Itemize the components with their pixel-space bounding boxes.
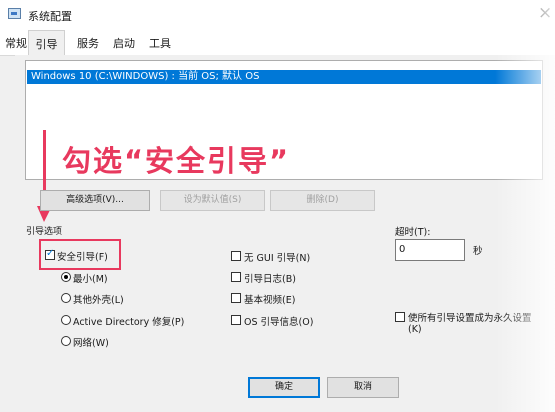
boot-log-checkbox[interactable] [231, 272, 241, 282]
radio-ad-repair-label: Active Directory 修复(P) [73, 317, 185, 328]
no-gui-boot-checkbox[interactable] [231, 251, 241, 261]
cancel-button[interactable]: 取消 [327, 377, 399, 398]
tab-strip: 常规 引导 服务 启动 工具 [0, 30, 555, 56]
radio-network-label: 网络(W) [73, 338, 109, 349]
title-bar: 系统配置 × [0, 0, 555, 30]
annotation-caption: 勾选“安全引导” [62, 144, 291, 178]
radio-minimal[interactable] [61, 272, 71, 282]
timeout-unit: 秒 [473, 246, 483, 257]
window-title: 系统配置 [28, 10, 72, 23]
base-video-checkbox[interactable] [231, 293, 241, 303]
radio-minimal-label: 最小(M) [73, 274, 108, 285]
radio-network[interactable] [61, 336, 71, 346]
close-icon[interactable]: × [538, 5, 552, 22]
os-boot-info-label: OS 引导信息(O) [244, 317, 314, 328]
tab-general[interactable]: 常规 [5, 35, 27, 51]
timeout-label: 超时(T): [395, 227, 431, 238]
msconfig-icon [8, 8, 21, 19]
radio-ad-repair[interactable] [61, 315, 71, 325]
make-permanent-label-key: (K) [408, 324, 422, 335]
timeout-input[interactable]: 0 [395, 239, 465, 261]
base-video-label: 基本视频(E) [244, 295, 296, 306]
set-default-button[interactable]: 设为默认值(S) [160, 190, 265, 211]
os-boot-info-checkbox[interactable] [231, 315, 241, 325]
tab-startup[interactable]: 启动 [113, 35, 135, 51]
safe-boot-label: 安全引导(F) [57, 252, 108, 263]
advanced-options-button[interactable]: 高级选项(V)... [40, 190, 150, 211]
safe-boot-checkbox[interactable] [45, 248, 55, 260]
radio-alternate-shell[interactable] [61, 293, 71, 303]
tab-services[interactable]: 服务 [77, 35, 99, 51]
boot-entry-row[interactable]: Windows 10 (C:\WINDOWS) : 当前 OS; 默认 OS [27, 70, 541, 84]
radio-alternate-shell-label: 其他外壳(L) [73, 295, 124, 306]
boot-log-label: 引导日志(B) [244, 274, 296, 285]
tab-boot[interactable]: 引导 [28, 30, 65, 55]
tab-tools[interactable]: 工具 [149, 35, 171, 51]
boot-options-group-label: 引导选项 [26, 227, 63, 237]
make-permanent-checkbox[interactable] [395, 312, 405, 322]
system-config-window: 系统配置 × 常规 引导 服务 启动 工具 Windows 10 (C:\WIN… [0, 0, 555, 412]
delete-button[interactable]: 删除(D) [270, 190, 375, 211]
ok-button[interactable]: 确定 [248, 377, 320, 398]
no-gui-boot-label: 无 GUI 引导(N) [244, 253, 311, 264]
make-permanent-label: 使所有引导设置成为永久设置 [408, 313, 532, 324]
